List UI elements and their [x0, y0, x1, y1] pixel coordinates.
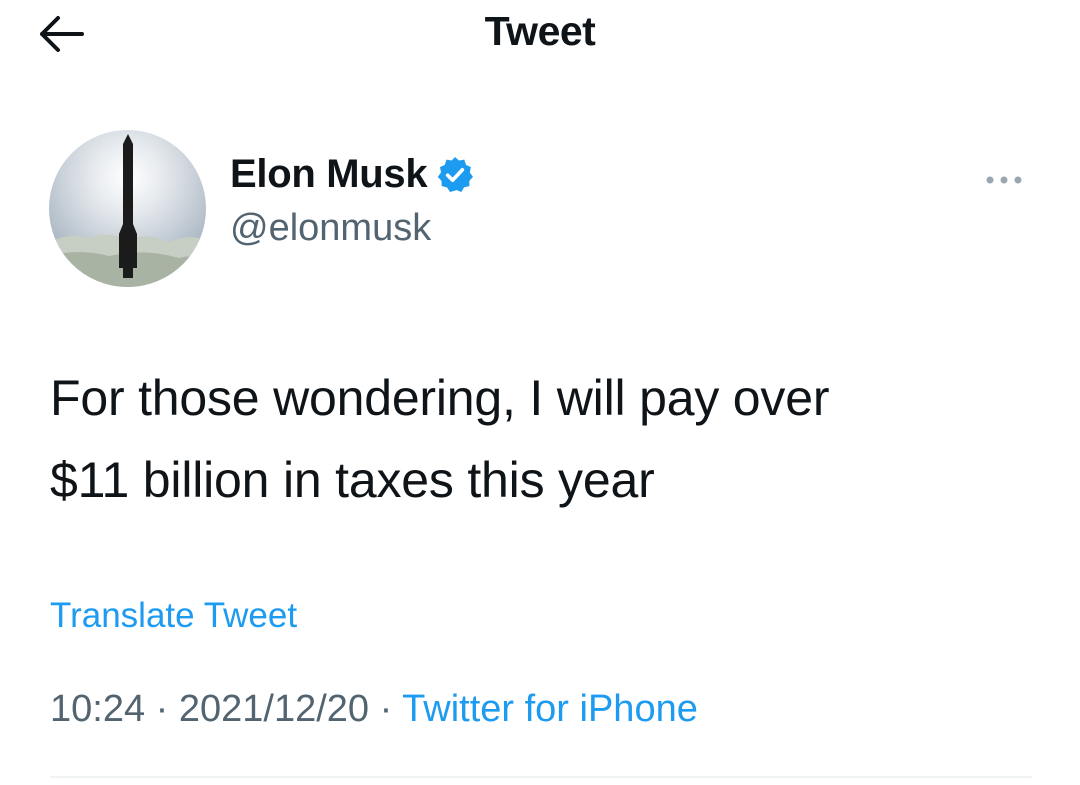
- tweet-author: Elon Musk @elonmusk: [230, 152, 475, 250]
- tweet-date: 2021/12/20: [178, 688, 370, 730]
- author-name-row[interactable]: Elon Musk: [230, 152, 475, 197]
- tweet-text-line: For those wondering, I will pay over: [50, 370, 830, 426]
- tweet-metadata: 10:24 · 2021/12/20 · Twitter for iPhone: [50, 688, 698, 731]
- more-options-button[interactable]: [978, 166, 1030, 194]
- separator-dot: ·: [155, 688, 169, 730]
- page-title: Tweet: [484, 8, 596, 54]
- avatar[interactable]: [49, 130, 206, 287]
- tweet-text: For those wondering, I will pay over $11…: [50, 357, 1060, 521]
- author-name[interactable]: Elon Musk: [230, 152, 428, 197]
- top-bar: Tweet: [0, 0, 1080, 80]
- avatar-image: [49, 130, 206, 287]
- author-handle[interactable]: @elonmusk: [230, 207, 475, 250]
- tweet-text-line: $11 billion in taxes this year: [50, 452, 655, 508]
- translate-tweet-link[interactable]: Translate Tweet: [50, 596, 297, 636]
- verified-badge-icon: [435, 155, 475, 195]
- tweet-source-link[interactable]: Twitter for iPhone: [402, 688, 698, 730]
- more-horizontal-icon: [986, 176, 1022, 184]
- separator-dot: ·: [379, 688, 393, 730]
- tweet-time: 10:24: [50, 688, 146, 730]
- divider: [50, 776, 1032, 778]
